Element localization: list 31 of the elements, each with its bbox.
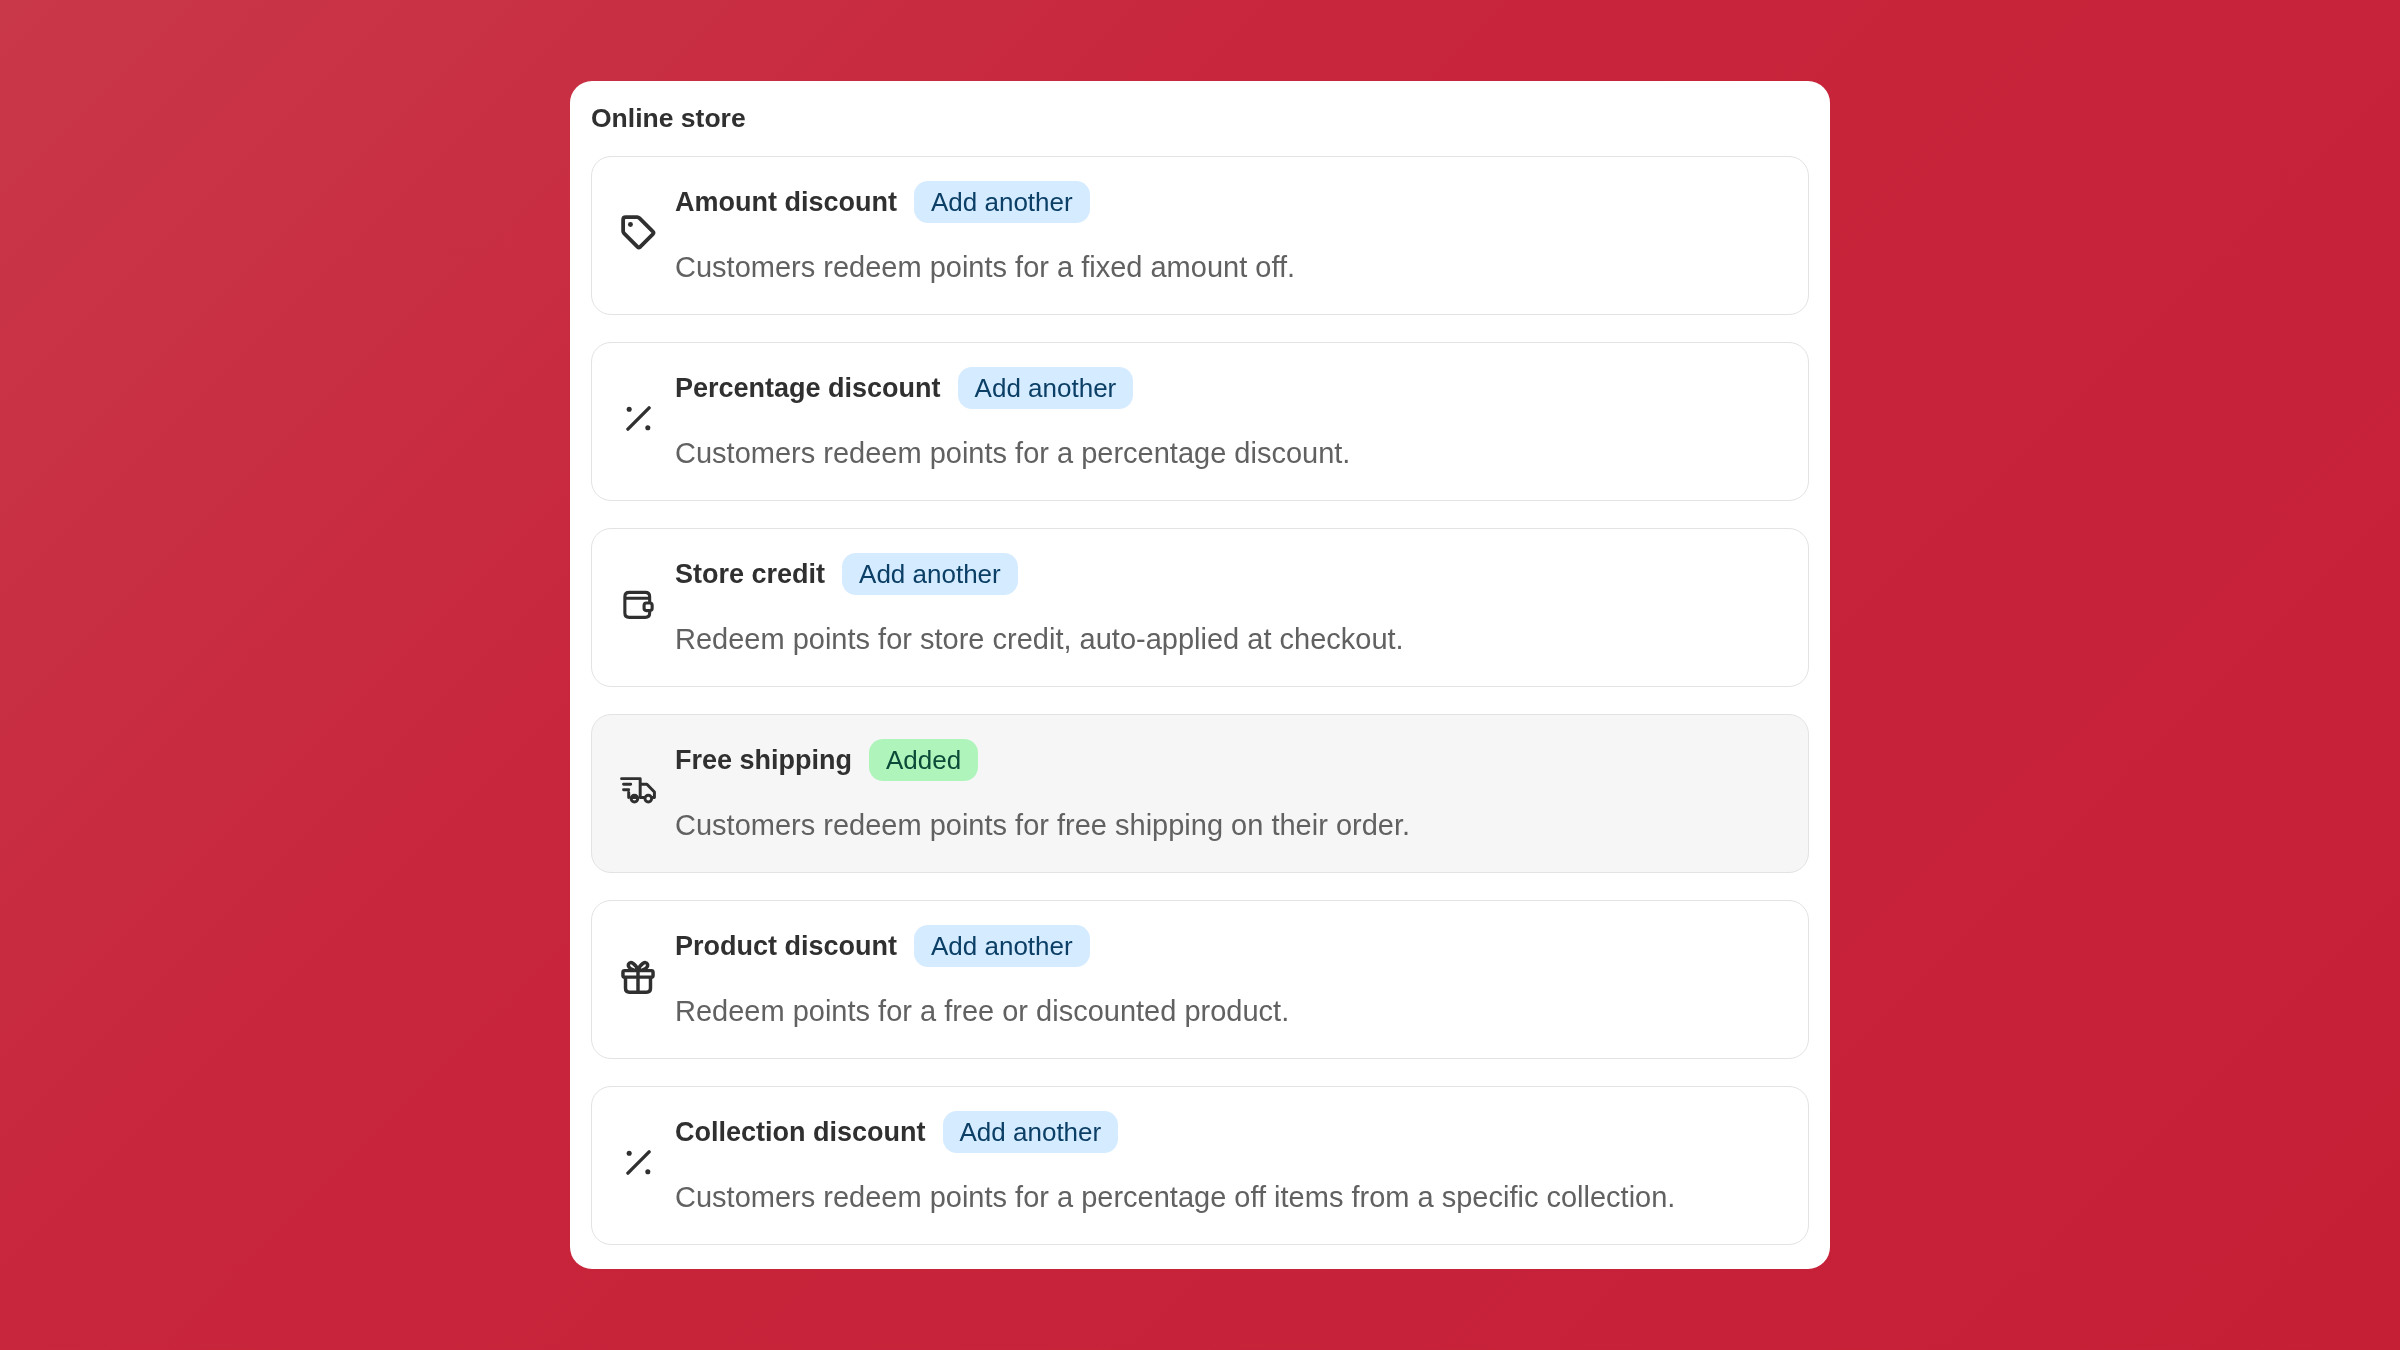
option-description: Redeem points for store credit, auto-applied at checkout.	[675, 621, 1404, 657]
discount-option-card[interactable]: Free shipping Added Customers redeem points for free shipping on their order.	[591, 714, 1809, 873]
add-another-badge: Add another	[942, 1110, 1119, 1153]
option-title: Percentage discount	[675, 371, 941, 405]
add-another-badge: Add another	[957, 366, 1134, 409]
truck-icon	[620, 777, 656, 804]
percent-icon	[625, 406, 651, 431]
percent-icon	[625, 1150, 651, 1175]
option-description: Customers redeem points for a percentage discount.	[675, 435, 1351, 471]
option-title: Amount discount	[675, 185, 897, 219]
tag-icon	[620, 215, 656, 250]
discount-option-card[interactable]: Amount discount Add another Customers redeem points for a fixed amount off.	[591, 156, 1809, 315]
option-title: Product discount	[675, 929, 897, 963]
option-description: Customers redeem points for a percentage off items from a specific collection.	[675, 1179, 1676, 1215]
add-another-badge: Add another	[914, 180, 1090, 223]
discount-option-card[interactable]: Product discount Add another Redeem points for a free or discounted product.	[591, 900, 1809, 1059]
add-another-badge: Add another	[914, 924, 1090, 967]
wallet-icon	[622, 589, 654, 620]
option-title: Collection discount	[675, 1115, 926, 1149]
option-description: Customers redeem points for a fixed amount off.	[675, 249, 1296, 285]
gift-icon	[621, 959, 655, 994]
discount-option-card[interactable]: Store credit Add another Redeem points for store credit, auto-applied at checkout.	[591, 528, 1809, 687]
section-title: Online store	[591, 102, 746, 135]
option-title: Free shipping	[675, 743, 853, 777]
option-title: Store credit	[675, 557, 826, 591]
option-description: Customers redeem points for free shipping on their order.	[675, 807, 1411, 843]
option-description: Redeem points for a free or discounted product.	[675, 993, 1290, 1029]
discount-option-card[interactable]: Collection discount Add another Customers redeem points for a percentage off items from a specific collection.	[591, 1086, 1809, 1245]
added-badge: Added	[869, 738, 979, 781]
add-another-badge: Add another	[842, 552, 1018, 595]
discount-option-card[interactable]: Percentage discount Add another Customers redeem points for a percentage discount.	[591, 342, 1809, 501]
